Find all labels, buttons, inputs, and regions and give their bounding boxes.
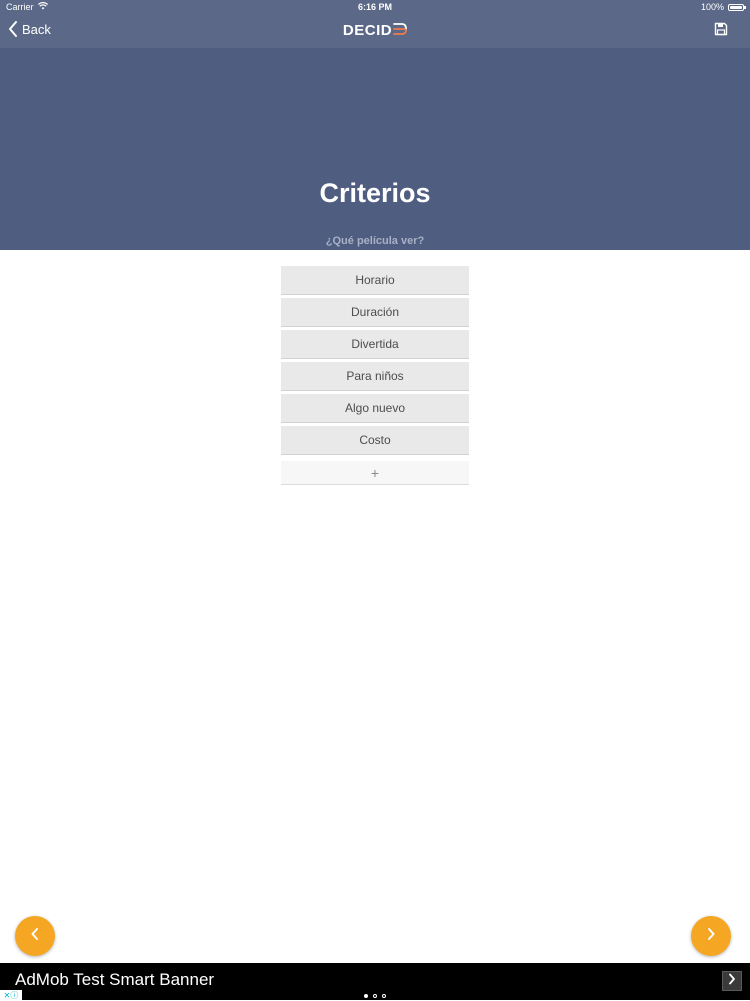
page-indicator (0, 994, 750, 998)
chevron-left-icon (30, 927, 40, 946)
status-time: 6:16 PM (357, 2, 392, 12)
chevron-right-icon (728, 972, 736, 990)
criteria-item-algo-nuevo[interactable]: Algo nuevo (281, 394, 469, 423)
battery-fill (730, 5, 742, 9)
page-title: Criterios (319, 178, 431, 208)
status-bar: Carrier 6:16 PM 100% (0, 0, 750, 14)
chevron-right-icon (706, 927, 716, 946)
previous-step-button[interactable] (15, 916, 55, 956)
status-right: 100% (700, 2, 746, 12)
navigation-bar: Back DECID (0, 14, 750, 48)
save-button[interactable] (714, 22, 728, 41)
add-criteria-button[interactable]: + (281, 461, 469, 485)
page-dot (382, 994, 386, 998)
page-subtitle: ¿Qué película ver? (325, 235, 425, 247)
logo-mark-icon (393, 22, 407, 40)
page-header: Criterios ¿Qué película ver? (0, 48, 750, 250)
page-dot (364, 994, 368, 998)
criteria-item-para-ninos[interactable]: Para niños (281, 362, 469, 391)
ad-text: AdMob Test Smart Banner (15, 970, 215, 989)
logo-text: DECID (342, 22, 393, 39)
criteria-item-duracion[interactable]: Duración (281, 298, 469, 327)
criteria-item-horario[interactable]: Horario (281, 266, 469, 295)
battery-icon (728, 3, 746, 11)
ad-open-button[interactable] (722, 971, 742, 991)
app-logo: DECID (0, 22, 750, 40)
criteria-item-costo[interactable]: Costo (281, 426, 469, 455)
criteria-item-divertida[interactable]: Divertida (281, 330, 469, 359)
next-step-button[interactable] (691, 916, 731, 956)
floppy-disk-icon (714, 22, 728, 40)
criteria-list: Horario Duración Divertida Para niños Al… (281, 266, 469, 485)
page-dot (373, 994, 377, 998)
battery-percent: 100% (700, 2, 724, 12)
ad-banner[interactable]: AdMob Test Smart Banner ✕ⓘ (0, 963, 750, 1000)
